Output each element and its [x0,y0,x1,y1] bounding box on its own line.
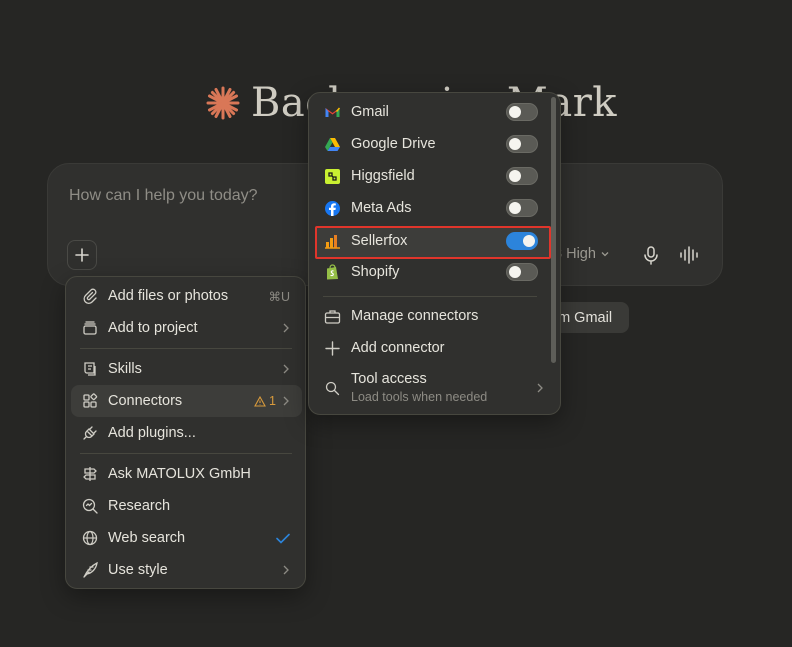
attachment-menu: Add files or photos ⌘U Add to project Sk… [65,276,306,589]
connector-toggle[interactable] [506,199,538,217]
chevron-right-icon [283,323,289,333]
connectors-icon [83,393,98,408]
connector-shopify[interactable]: Shopify [315,256,548,288]
shopify-icon [327,263,338,279]
gmail-icon [325,107,341,117]
chevron-right-icon [283,565,289,575]
divider [80,348,292,349]
connector-label: Sellerfox [351,233,408,249]
chevron-right-icon [283,364,289,374]
shortcut-label: ⌘U [268,289,290,304]
menu-item-add-plugins[interactable]: Add plugins... [71,417,302,449]
menu-item-label: Connectors [108,393,183,409]
plug-icon [83,426,97,440]
add-connector-label: Add connector [351,340,445,356]
menu-item-label: Web search [108,530,186,546]
prompt-input[interactable]: How can I help you today? [69,187,258,205]
menu-item-web-search[interactable]: Web search [71,522,302,554]
connector-higgsfield[interactable]: Higgsfield [315,160,548,192]
connector-toggle[interactable] [506,263,538,281]
toolbox-icon [324,309,341,324]
tool-access-item[interactable]: Tool access Load tools when needed [315,368,548,408]
connector-label: Google Drive [351,136,436,152]
manage-connectors-label: Manage connectors [351,308,479,324]
connector-meta-ads[interactable]: Meta Ads [315,192,548,224]
connector-sellerfox[interactable]: Sellerfox [315,225,548,257]
google-drive-icon [325,137,340,151]
globe-icon [82,530,98,546]
scrollbar[interactable] [551,97,556,363]
connector-google-drive[interactable]: Google Drive [315,128,548,160]
menu-item-label: Add to project [108,320,198,336]
menu-item-connectors[interactable]: Connectors 1 [71,385,302,417]
manage-connectors-item[interactable]: Manage connectors [315,300,548,332]
connector-gmail[interactable]: Gmail [315,96,548,128]
connector-toggle[interactable] [506,232,538,250]
search-icon [325,381,340,396]
higgsfield-icon [325,168,340,184]
chevron-down-icon [601,252,609,257]
paperclip-icon [83,288,97,304]
connector-label: Shopify [351,264,400,280]
research-icon [82,498,98,514]
warning-count: 1 [269,394,276,408]
plus-icon [325,340,340,356]
voice-waveform-icon[interactable] [679,245,701,265]
menu-item-label: Skills [108,361,142,377]
connector-toggle[interactable] [506,167,538,185]
warning-badge: 1 [254,394,276,408]
tool-access-label: Tool access [351,371,427,387]
divider [323,296,537,297]
menu-item-use-style[interactable]: Use style [71,554,302,586]
menu-item-label: Research [108,498,171,514]
menu-item-label: Add plugins... [108,425,196,441]
connector-toggle[interactable] [506,103,538,121]
connector-label: Meta Ads [351,200,412,216]
project-icon [83,321,97,335]
connector-label: Higgsfield [351,168,415,184]
menu-item-label: Use style [108,562,168,578]
sellerfox-icon [325,234,340,249]
add-connector-item[interactable]: Add connector [315,332,548,364]
microphone-icon[interactable] [641,245,661,265]
connectors-menu: Gmail Google Drive Higgsfield Meta Ads S… [308,92,561,415]
signpost-icon [83,467,97,481]
connector-label: Gmail [351,104,389,120]
chevron-right-icon [537,383,543,393]
menu-item-skills[interactable]: Skills [71,353,302,385]
menu-item-research[interactable]: Research [71,490,302,522]
add-button[interactable] [67,240,97,270]
menu-item-label: Add files or photos [108,288,229,304]
divider [80,453,292,454]
menu-item-add-files[interactable]: Add files or photos ⌘U [71,280,302,312]
plus-icon [75,248,89,262]
quill-icon [83,561,98,578]
menu-item-ask-org[interactable]: Ask MATOLUX GmbH [71,458,302,490]
model-selector[interactable]: 3 High [554,246,610,262]
tool-access-sublabel: Load tools when needed [351,390,488,404]
skills-icon [84,362,96,376]
connector-toggle[interactable] [506,135,538,153]
menu-item-add-to-project[interactable]: Add to project [71,312,302,344]
facebook-icon [325,200,340,216]
menu-item-label: Ask MATOLUX GmbH [108,466,251,482]
checkmark-icon [276,533,290,544]
chevron-right-icon [283,396,289,406]
warning-icon [254,395,266,407]
claude-logo-icon [206,86,240,120]
